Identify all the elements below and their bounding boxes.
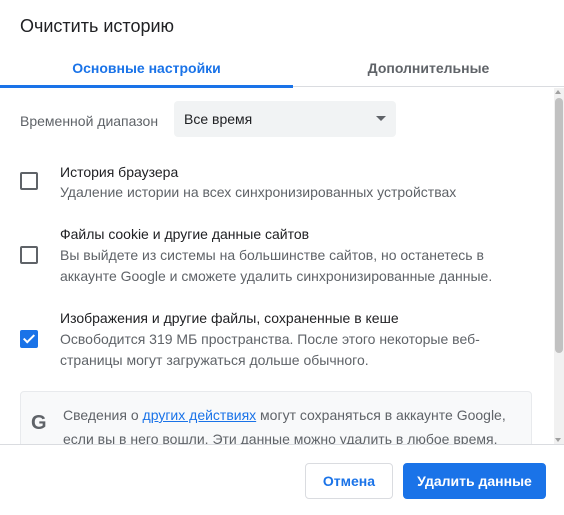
cancel-button[interactable]: Отмена <box>305 463 393 499</box>
time-range-select[interactable]: Все время <box>174 101 396 137</box>
cached-images-description: Освободится 319 МБ пространства. После э… <box>60 331 480 368</box>
checkmark-icon <box>22 331 36 344</box>
dialog-title: Очистить историю <box>20 16 175 36</box>
scroll-down-arrow-icon[interactable] <box>555 438 561 442</box>
info-text: Сведения о других действиях могут сохран… <box>63 403 525 444</box>
cookies-title: Файлы cookie и другие данные сайтов <box>60 226 310 242</box>
other-activity-link[interactable]: других действиях <box>143 407 257 423</box>
cached-images-checkbox[interactable] <box>20 330 38 348</box>
google-account-info-box: G Сведения о других действиях могут сохр… <box>20 391 532 444</box>
info-text-before: Сведения о <box>63 407 143 423</box>
tab-bar: Основные настройки Дополнительные <box>0 48 564 88</box>
time-range-label: Временной диапазон <box>20 113 159 129</box>
scroll-up-arrow-icon[interactable] <box>555 90 561 94</box>
google-g-icon: G <box>31 412 47 434</box>
dropdown-arrow-icon <box>376 116 386 121</box>
delete-data-button[interactable]: Удалить данные <box>403 463 546 499</box>
browsing-history-title: История браузера <box>60 164 179 180</box>
tab-advanced[interactable]: Дополнительные <box>293 48 564 87</box>
scrollbar-thumb[interactable] <box>555 98 563 353</box>
browsing-history-description: Удаление истории на всех синхронизирован… <box>60 184 457 200</box>
browsing-history-checkbox[interactable] <box>20 172 38 190</box>
tab-basic-settings[interactable]: Основные настройки <box>0 48 293 87</box>
dialog-footer: Отмена Удалить данные <box>0 444 564 515</box>
content-scrollbar[interactable] <box>554 88 564 444</box>
cookies-description: Вы выйдете из системы на большинстве сай… <box>60 247 493 284</box>
cookies-checkbox[interactable] <box>20 246 38 264</box>
cached-images-title: Изображения и другие файлы, сохраненные … <box>60 310 399 326</box>
clear-history-dialog: Очистить историю Основные настройки Допо… <box>0 0 564 515</box>
dialog-content: Временной диапазон Все время История бра… <box>0 88 556 444</box>
time-range-value: Все время <box>184 111 253 127</box>
